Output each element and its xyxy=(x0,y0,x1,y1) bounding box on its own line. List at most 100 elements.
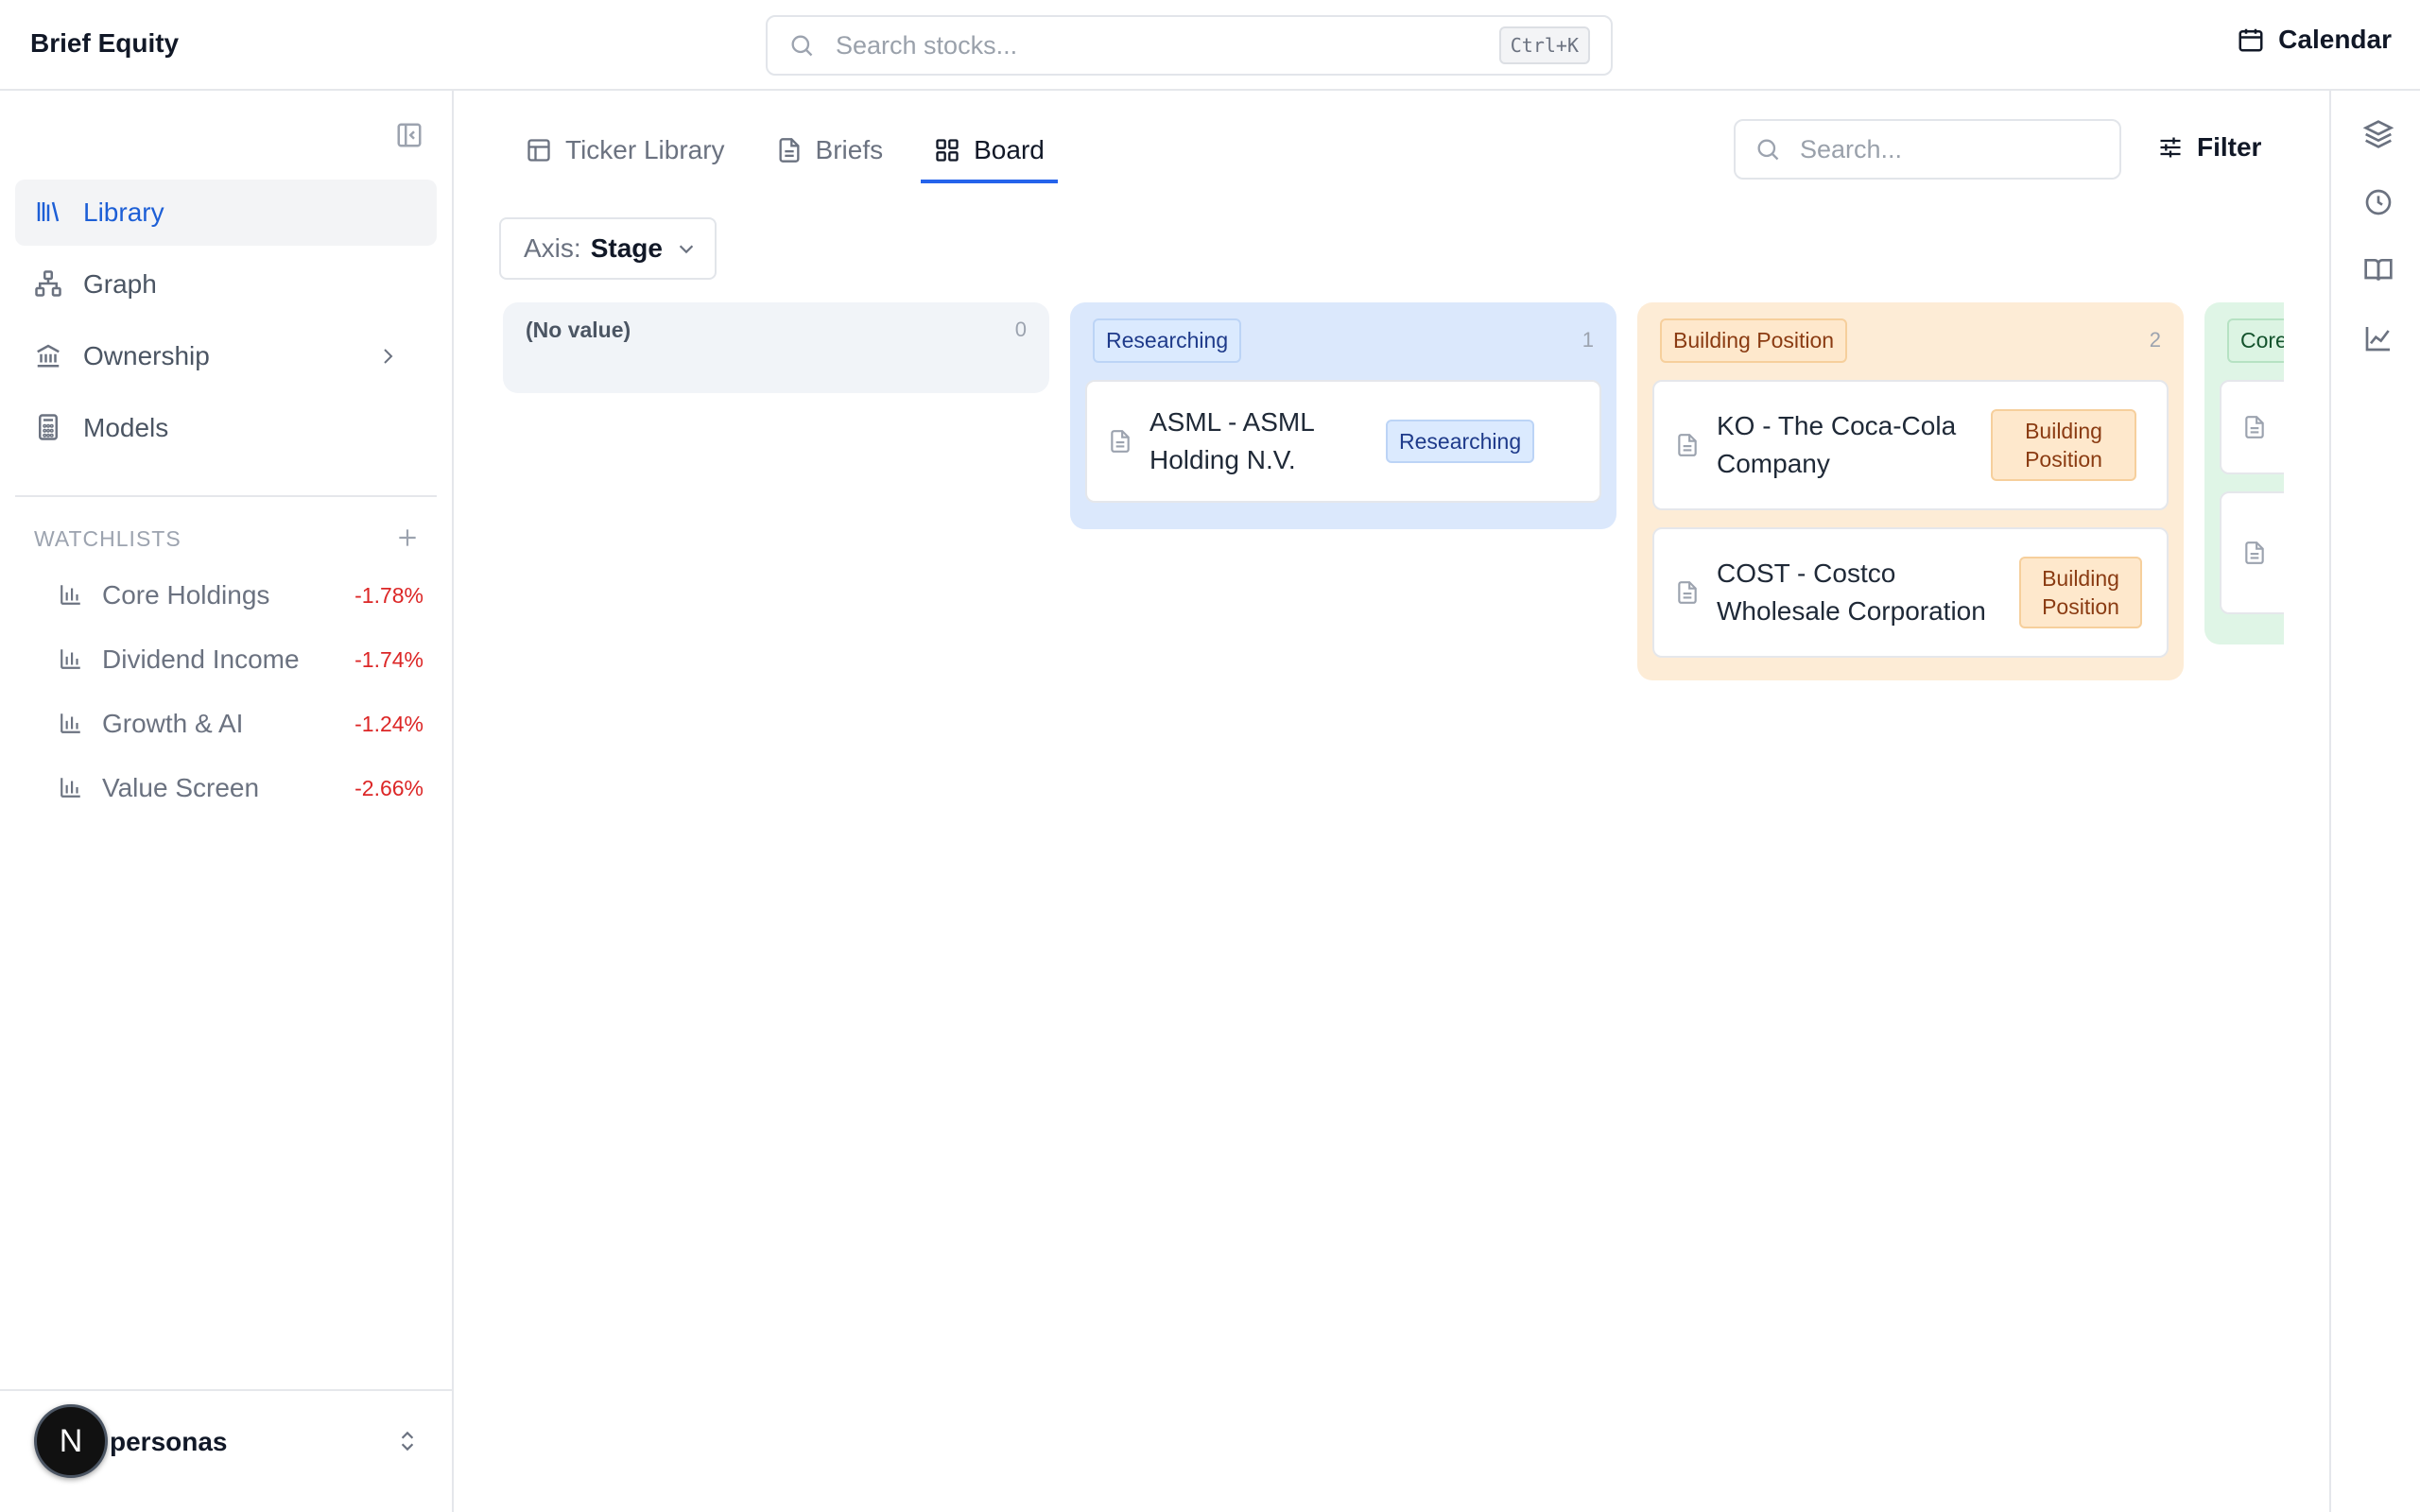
column-title: Building Position xyxy=(1660,318,1848,363)
right-rail xyxy=(2329,91,2420,1512)
watchlist-item-growth-ai[interactable]: Growth & AI -1.24% xyxy=(59,692,424,756)
filter-label: Filter xyxy=(2197,132,2262,162)
calculator-icon xyxy=(34,413,64,443)
watchlist-item-value-screen[interactable]: Value Screen -2.66% xyxy=(59,756,424,820)
global-search-placeholder: Search stocks... xyxy=(836,30,1018,60)
user-name: personas xyxy=(110,1427,228,1456)
tab-ticker-library[interactable]: Ticker Library xyxy=(512,121,738,183)
board-column-core: Core xyxy=(2204,302,2284,644)
board-search-input[interactable]: Search... xyxy=(1734,119,2121,180)
board-card-core-2[interactable] xyxy=(2220,491,2284,614)
calendar-icon xyxy=(2237,26,2265,54)
book-icon[interactable] xyxy=(2363,255,2394,285)
card-stage-badge: Building Position xyxy=(1991,409,2136,481)
search-icon xyxy=(1754,136,1781,163)
board-column-researching: Researching 1 ASML - ASML Holding N.V. R… xyxy=(1070,302,1616,529)
global-search[interactable]: Search stocks... Ctrl+K xyxy=(766,15,1613,76)
axis-value: Stage xyxy=(590,233,663,263)
sliders-icon xyxy=(2157,134,2184,161)
watchlist-change: -1.78% xyxy=(354,582,424,608)
clock-icon[interactable] xyxy=(2363,187,2394,217)
bank-icon xyxy=(34,341,64,371)
bar-chart-icon xyxy=(59,646,85,673)
column-header: Core xyxy=(2220,318,2284,363)
sidebar-item-graph[interactable]: Graph xyxy=(15,251,437,318)
avatar[interactable]: N xyxy=(34,1404,108,1478)
table-icon xyxy=(526,137,552,163)
document-icon xyxy=(2242,541,2267,565)
calendar-button[interactable]: Calendar xyxy=(2237,25,2392,55)
board-column-no-value: (No value) 0 xyxy=(503,302,1049,393)
watchlist-change: -2.66% xyxy=(354,775,424,800)
sidebar-item-label: Models xyxy=(83,413,169,442)
board-column-building-position: Building Position 2 KO - The Coca-Cola C… xyxy=(1637,302,2184,680)
tab-label: Board xyxy=(974,135,1045,164)
document-icon xyxy=(1675,580,1700,605)
board-card-core-1[interactable] xyxy=(2220,380,2284,474)
card-title: KO - The Coca-Cola Company xyxy=(1717,411,1957,478)
watchlist-list: Core Holdings -1.78% Dividend Income -1.… xyxy=(59,563,424,820)
document-icon xyxy=(776,137,803,163)
column-title: Core xyxy=(2227,318,2284,363)
grid-icon xyxy=(934,137,960,163)
chevron-up-down-icon[interactable] xyxy=(395,1429,422,1455)
card-title: COST - Costco Wholesale Corporation xyxy=(1717,558,1986,626)
watchlists-header: WATCHLISTS xyxy=(34,525,422,552)
board-card-cost[interactable]: COST - Costco Wholesale Corporation Buil… xyxy=(1652,527,2169,658)
watchlist-item-core-holdings[interactable]: Core Holdings -1.78% xyxy=(59,563,424,627)
document-icon xyxy=(1108,429,1132,454)
sidebar-item-label: Graph xyxy=(83,269,157,299)
tab-label: Briefs xyxy=(815,135,884,164)
chevron-right-icon xyxy=(376,345,399,368)
tab-briefs[interactable]: Briefs xyxy=(763,121,897,183)
sidebar-item-library[interactable]: Library xyxy=(15,180,437,246)
board-card-asml[interactable]: ASML - ASML Holding N.V. Researching xyxy=(1085,380,1601,503)
line-chart-icon[interactable] xyxy=(2363,323,2394,353)
calendar-label: Calendar xyxy=(2278,25,2392,54)
view-tabs: Ticker Library Briefs Board xyxy=(512,121,1058,183)
chevron-down-icon xyxy=(676,238,697,259)
layers-icon[interactable] xyxy=(2363,119,2394,149)
sidebar: Library Graph Ownership Models WATCHLIST xyxy=(0,91,454,1512)
axis-label: Axis: xyxy=(524,233,581,263)
sidebar-divider xyxy=(15,495,437,497)
sidebar-item-label: Ownership xyxy=(83,341,210,370)
sidebar-item-label: Library xyxy=(83,198,164,227)
board-search-placeholder: Search... xyxy=(1800,134,1903,163)
user-menu[interactable]: N personas xyxy=(0,1389,452,1512)
bar-chart-icon xyxy=(59,775,85,801)
board-card-ko[interactable]: KO - The Coca-Cola Company Building Posi… xyxy=(1652,380,2169,510)
axis-select[interactable]: Axis: Stage xyxy=(499,217,717,280)
library-icon xyxy=(34,198,64,228)
document-icon xyxy=(1675,433,1700,457)
column-count: 0 xyxy=(1014,318,1027,341)
column-header: (No value) 0 xyxy=(518,318,1034,352)
sidebar-item-ownership[interactable]: Ownership xyxy=(15,323,437,389)
column-header: Building Position 2 xyxy=(1652,318,2169,363)
watchlist-item-dividend-income[interactable]: Dividend Income -1.74% xyxy=(59,627,424,692)
collapse-sidebar-icon[interactable] xyxy=(395,121,425,151)
tab-board[interactable]: Board xyxy=(921,121,1058,183)
main-content: Ticker Library Briefs Board Search... Fi… xyxy=(454,91,2329,1512)
column-count: 1 xyxy=(1582,328,1594,352)
column-count: 2 xyxy=(2149,328,2161,352)
app-brand[interactable]: Brief Equity xyxy=(30,28,179,59)
bar-chart-icon xyxy=(59,582,85,609)
watchlist-name: Dividend Income xyxy=(102,644,300,674)
bar-chart-icon xyxy=(59,711,85,737)
column-title: Researching xyxy=(1093,318,1242,363)
filter-button[interactable]: Filter xyxy=(2157,132,2261,163)
shortcut-hint: Ctrl+K xyxy=(1498,26,1590,64)
column-header: Researching 1 xyxy=(1085,318,1601,363)
sidebar-nav: Library Graph Ownership Models xyxy=(15,180,437,467)
card-title: ASML - ASML Holding N.V. xyxy=(1150,407,1314,474)
sidebar-item-models[interactable]: Models xyxy=(15,395,437,461)
tab-label: Ticker Library xyxy=(565,135,725,164)
kanban-board: (No value) 0 Researching 1 ASML - ASML H… xyxy=(503,302,2284,832)
add-watchlist-icon[interactable] xyxy=(395,525,422,552)
watchlist-name: Core Holdings xyxy=(102,580,270,610)
card-stage-badge: Researching xyxy=(1386,420,1535,463)
watchlist-change: -1.74% xyxy=(354,646,424,672)
graph-icon xyxy=(34,269,64,300)
watchlist-change: -1.24% xyxy=(354,711,424,736)
